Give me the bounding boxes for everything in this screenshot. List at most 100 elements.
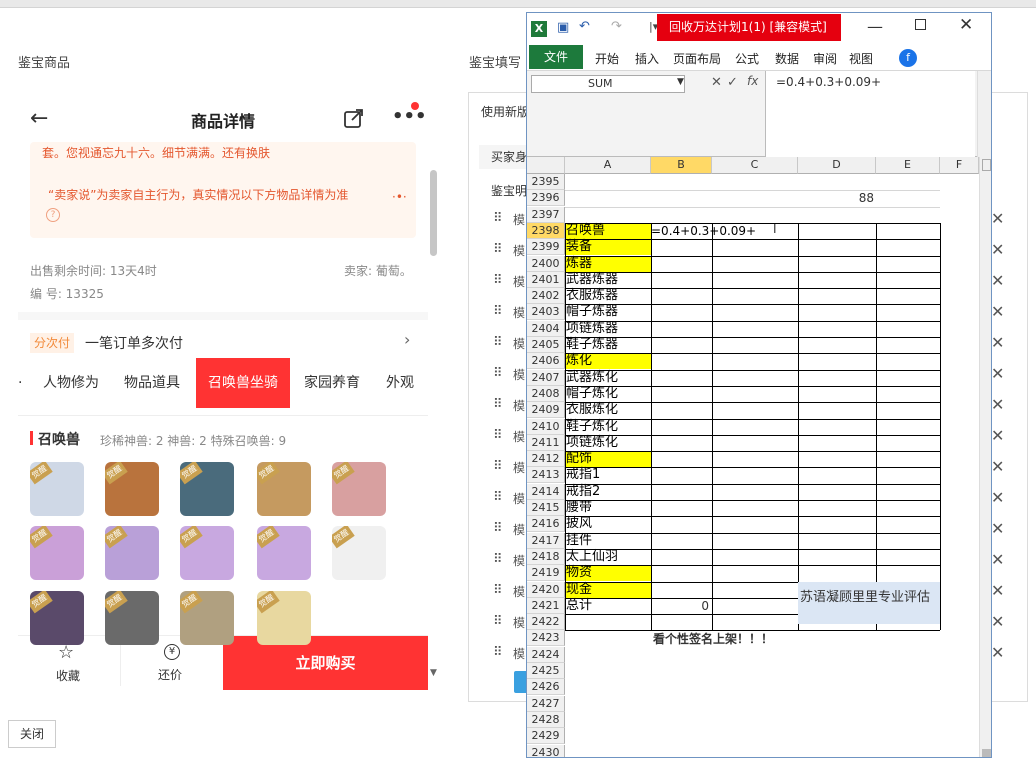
row-header[interactable]: 2418 [527, 548, 565, 565]
drag-handle-icon[interactable]: ⠿ [493, 397, 503, 412]
scroll-down-icon[interactable]: ▼ [430, 668, 437, 678]
cell-a[interactable]: 衣服炼器 [565, 288, 651, 304]
column-header-B[interactable]: B [651, 157, 712, 174]
formula-input[interactable]: =0.4+0.3+0.09+ [765, 71, 975, 157]
drag-handle-icon[interactable]: ⠿ [493, 583, 503, 598]
fx-icon[interactable]: fx [747, 74, 758, 88]
summon-avatar[interactable]: 觉醒 [30, 462, 84, 516]
cell-b-editing[interactable]: =0.4+0.3+0.09+ [651, 223, 756, 239]
maximize-icon[interactable] [915, 19, 926, 30]
summon-avatar[interactable]: 觉醒 [332, 526, 386, 580]
row-header[interactable]: 2413 [527, 467, 565, 484]
remove-module-icon[interactable]: ✕ [991, 395, 1004, 414]
ribbon-menu-3[interactable]: 公式 [735, 50, 759, 67]
remove-module-icon[interactable]: ✕ [991, 302, 1004, 321]
cell-a[interactable]: 项链炼器 [565, 321, 651, 337]
more-icon[interactable]: ••• [392, 106, 427, 127]
column-header-E[interactable]: E [876, 157, 940, 174]
row-header[interactable]: 2409 [527, 402, 565, 419]
summon-avatar[interactable]: 觉醒 [30, 591, 84, 645]
remove-module-icon[interactable]: ✕ [991, 271, 1004, 290]
drag-handle-icon[interactable]: ⠿ [493, 242, 503, 257]
new-version-tab[interactable]: 使用新版 [481, 103, 529, 120]
row-header[interactable]: 2400 [527, 255, 565, 272]
row-header[interactable]: 2412 [527, 451, 565, 468]
drag-handle-icon[interactable]: ⠿ [493, 304, 503, 319]
file-tab[interactable]: 文件 [529, 45, 583, 69]
vertical-scrollbar[interactable] [979, 157, 991, 757]
save-icon[interactable]: ▣ [557, 20, 569, 35]
row-header[interactable]: 2417 [527, 532, 565, 549]
cell-a[interactable]: 戒指1 [565, 467, 651, 483]
split-handle[interactable] [982, 159, 991, 171]
installment-text[interactable]: 一笔订单多次付 [85, 333, 183, 353]
row-header[interactable]: 2407 [527, 369, 565, 386]
cell-a[interactable]: 太上仙羽 [565, 549, 651, 565]
cell-a[interactable]: 物资 [565, 565, 651, 582]
cell-b[interactable]: 0 [651, 598, 709, 614]
remove-module-icon[interactable]: ✕ [991, 240, 1004, 259]
row-header[interactable]: 2421 [527, 597, 565, 614]
row-header[interactable]: 2427 [527, 695, 565, 712]
summon-avatar[interactable]: 觉醒 [180, 526, 234, 580]
row-header[interactable]: 2408 [527, 385, 565, 402]
row-header[interactable]: 2416 [527, 516, 565, 533]
drag-handle-icon[interactable]: ⠿ [493, 459, 503, 474]
ribbon-menu-2[interactable]: 页面布局 [673, 50, 721, 67]
cell-a[interactable]: 炼化 [565, 353, 651, 370]
drag-handle-icon[interactable]: ⠿ [493, 211, 503, 226]
row-header[interactable]: 2406 [527, 353, 565, 370]
cell-a[interactable]: 挂件 [565, 533, 651, 549]
ribbon-menu-5[interactable]: 审阅 [813, 50, 837, 67]
drag-handle-icon[interactable]: ⠿ [493, 645, 503, 660]
cell-a[interactable]: 鞋子炼器 [565, 337, 651, 353]
summon-avatar[interactable]: 觉醒 [105, 462, 159, 516]
star-icon[interactable]: ☆ [58, 642, 74, 663]
minimize-icon[interactable]: — [867, 17, 883, 36]
remove-module-icon[interactable]: ✕ [991, 364, 1004, 383]
row-header[interactable]: 2415 [527, 500, 565, 516]
bargain-icon[interactable]: ¥ [164, 644, 180, 660]
drag-handle-icon[interactable]: ⠿ [493, 552, 503, 567]
summon-avatar[interactable]: 觉醒 [105, 591, 159, 645]
cell-a[interactable]: 武器炼化 [565, 370, 651, 386]
enter-formula-icon[interactable]: ✓ [727, 75, 738, 90]
cell-a[interactable]: 腰带 [565, 500, 651, 516]
remove-module-icon[interactable]: ✕ [991, 643, 1004, 662]
cell-a[interactable]: 召唤兽 [565, 222, 651, 239]
ribbon-menu-4[interactable]: 数据 [775, 50, 799, 67]
row-header[interactable]: 2426 [527, 679, 565, 696]
row-header[interactable]: 2423 [527, 630, 565, 647]
tab-home[interactable]: 家园养育 [304, 358, 360, 408]
summon-avatar[interactable]: 觉醒 [257, 462, 311, 516]
summon-avatar[interactable]: 觉醒 [105, 526, 159, 580]
remove-module-icon[interactable]: ✕ [991, 612, 1004, 631]
drag-handle-icon[interactable]: ⠿ [493, 273, 503, 288]
ribbon-menu-0[interactable]: 开始 [595, 50, 619, 67]
tab-items[interactable]: 物品道具 [124, 358, 180, 408]
tab-prev[interactable]: · [18, 358, 22, 408]
bargain-label[interactable]: 还价 [158, 666, 182, 683]
row-header[interactable]: 2428 [527, 711, 565, 728]
drag-handle-icon[interactable]: ⠿ [493, 490, 503, 505]
row-header[interactable]: 2397 [527, 206, 565, 223]
ribbon-menu-1[interactable]: 插入 [635, 50, 659, 67]
remove-module-icon[interactable]: ✕ [991, 488, 1004, 507]
row-header[interactable]: 2405 [527, 337, 565, 353]
redo-icon[interactable]: ↷ [611, 19, 622, 34]
close-button[interactable]: 关闭 [8, 720, 56, 748]
drag-handle-icon[interactable]: ⠿ [493, 335, 503, 350]
drag-handle-icon[interactable]: ⠿ [493, 428, 503, 443]
favorite-label[interactable]: 收藏 [56, 667, 80, 684]
chevron-right-icon[interactable]: › [404, 330, 410, 349]
scroll-thumb[interactable] [982, 749, 991, 757]
row-header[interactable]: 2425 [527, 663, 565, 679]
remove-module-icon[interactable]: ✕ [991, 209, 1004, 228]
summon-avatar[interactable]: 觉醒 [180, 462, 234, 516]
row-header[interactable]: 2420 [527, 581, 565, 598]
remove-module-icon[interactable]: ✕ [991, 550, 1004, 569]
ribbon-menu-6[interactable]: 视图 [849, 50, 873, 67]
remove-module-icon[interactable]: ✕ [991, 581, 1004, 600]
cell-a[interactable]: 鞋子炼化 [565, 419, 651, 435]
cell-a[interactable]: 配饰 [565, 451, 651, 468]
